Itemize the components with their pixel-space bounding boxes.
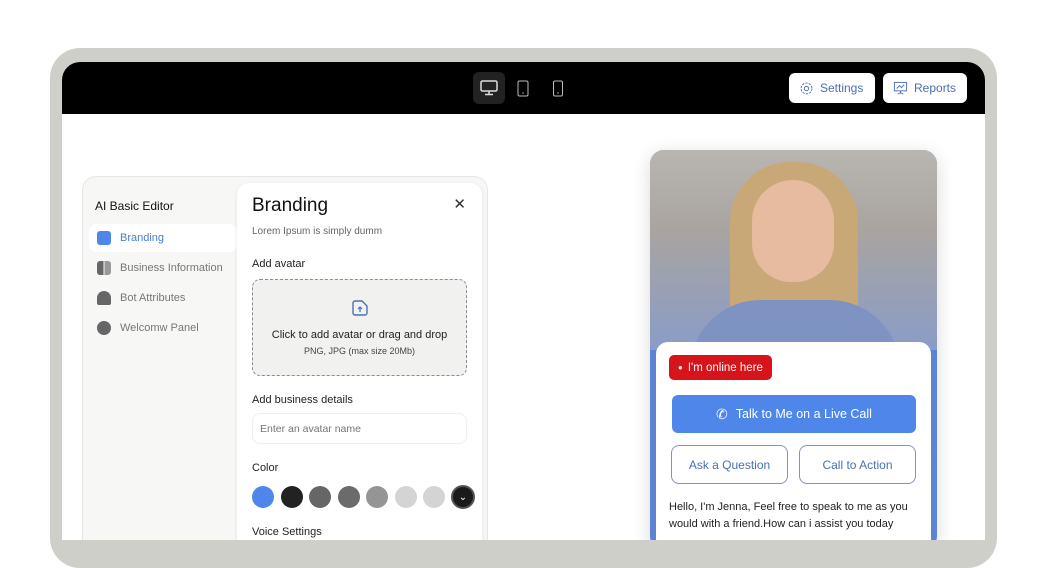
avatar-face	[752, 180, 834, 282]
sidebar-item-label: Branding	[120, 232, 165, 244]
upload-file-icon	[352, 300, 368, 316]
phone-icon: ✆	[716, 405, 728, 422]
color-swatch[interactable]	[366, 486, 388, 508]
sidebar-item-label: Bot Attributes	[120, 292, 186, 304]
ai-basic-editor: AI Basic Editor Branding Business Inform…	[82, 176, 488, 540]
avatar-name-input[interactable]	[252, 413, 467, 444]
desktop-view-button[interactable]	[473, 72, 505, 104]
settings-label: Settings	[820, 81, 864, 95]
color-swatch[interactable]	[337, 486, 360, 508]
bot-icon	[97, 291, 111, 305]
mobile-icon	[553, 80, 563, 96]
sidebar-item-welcome-panel[interactable]: Welcomw Panel	[89, 314, 237, 342]
sidebar-item-label: Business Information	[120, 262, 223, 274]
avatar-upload-dropzone[interactable]: Click to add avatar or drag and drop PNG…	[252, 279, 467, 376]
settings-button[interactable]: Settings	[789, 73, 875, 103]
desktop-icon	[480, 80, 498, 96]
upload-text: Click to add avatar or drag and drop	[271, 329, 448, 341]
grid-list-icon	[97, 261, 111, 275]
color-swatch[interactable]	[423, 486, 445, 508]
document-icon	[97, 231, 111, 245]
color-swatch[interactable]	[394, 486, 417, 508]
online-status-badge: ● I'm online here	[669, 355, 772, 380]
close-icon[interactable]: ✕	[453, 195, 466, 213]
live-call-button[interactable]: ✆ Talk to Me on a Live Call	[672, 395, 916, 433]
presentation-chart-icon	[893, 81, 908, 95]
color-swatch[interactable]	[309, 486, 331, 508]
top-toolbar: Settings Reports	[62, 62, 985, 114]
tablet-view-button[interactable]	[507, 72, 539, 104]
panel-title: Branding	[252, 195, 329, 216]
widget-card: ● I'm online here ✆ Talk to Me on a Live …	[656, 342, 931, 540]
branding-panel: Branding ✕ Lorem Ipsum is simply dumm Ad…	[237, 183, 482, 540]
sidebar-item-bot-attributes[interactable]: Bot Attributes	[89, 284, 237, 312]
sidebar-item-business-information[interactable]: Business Information	[89, 254, 237, 282]
sidebar-item-branding[interactable]: Branding	[89, 224, 237, 252]
color-swatch[interactable]	[280, 486, 303, 508]
voice-settings-label: Voice Settings	[252, 526, 322, 538]
editor-title: AI Basic Editor	[95, 199, 174, 213]
avatar-photo	[650, 150, 937, 370]
live-call-label: Talk to Me on a Live Call	[735, 407, 872, 421]
chevron-down-icon: ⌄	[458, 491, 468, 503]
avatar-label: Add avatar	[252, 258, 306, 270]
reports-label: Reports	[914, 81, 957, 95]
status-text: I'm online here	[687, 361, 763, 374]
ask-question-button[interactable]: Ask a Question	[671, 445, 788, 484]
reports-button[interactable]: Reports	[883, 73, 967, 103]
more-colors-dropdown[interactable]: ⌄	[451, 485, 475, 509]
call-to-action-button[interactable]: Call to Action	[799, 445, 916, 484]
upload-hint: PNG, JPG (max size 20Mb)	[303, 346, 416, 356]
app-screen: Settings Reports AI Basic Editor Brandin…	[62, 62, 985, 540]
mobile-view-button[interactable]	[542, 72, 574, 104]
business-details-label: Add business details	[252, 394, 353, 406]
sidebar-item-label: Welcomw Panel	[120, 322, 199, 334]
color-swatch[interactable]	[252, 486, 274, 508]
gear-icon	[800, 82, 813, 94]
gear-icon	[97, 321, 111, 335]
welcome-message: Hello, I'm Jenna, Feel free to speak to …	[669, 501, 908, 530]
panel-subtitle: Lorem Ipsum is simply dumm	[252, 226, 383, 237]
tablet-icon	[517, 80, 529, 96]
widget-preview: ● I'm online here ✆ Talk to Me on a Live …	[650, 150, 937, 540]
color-label: Color	[252, 462, 279, 474]
